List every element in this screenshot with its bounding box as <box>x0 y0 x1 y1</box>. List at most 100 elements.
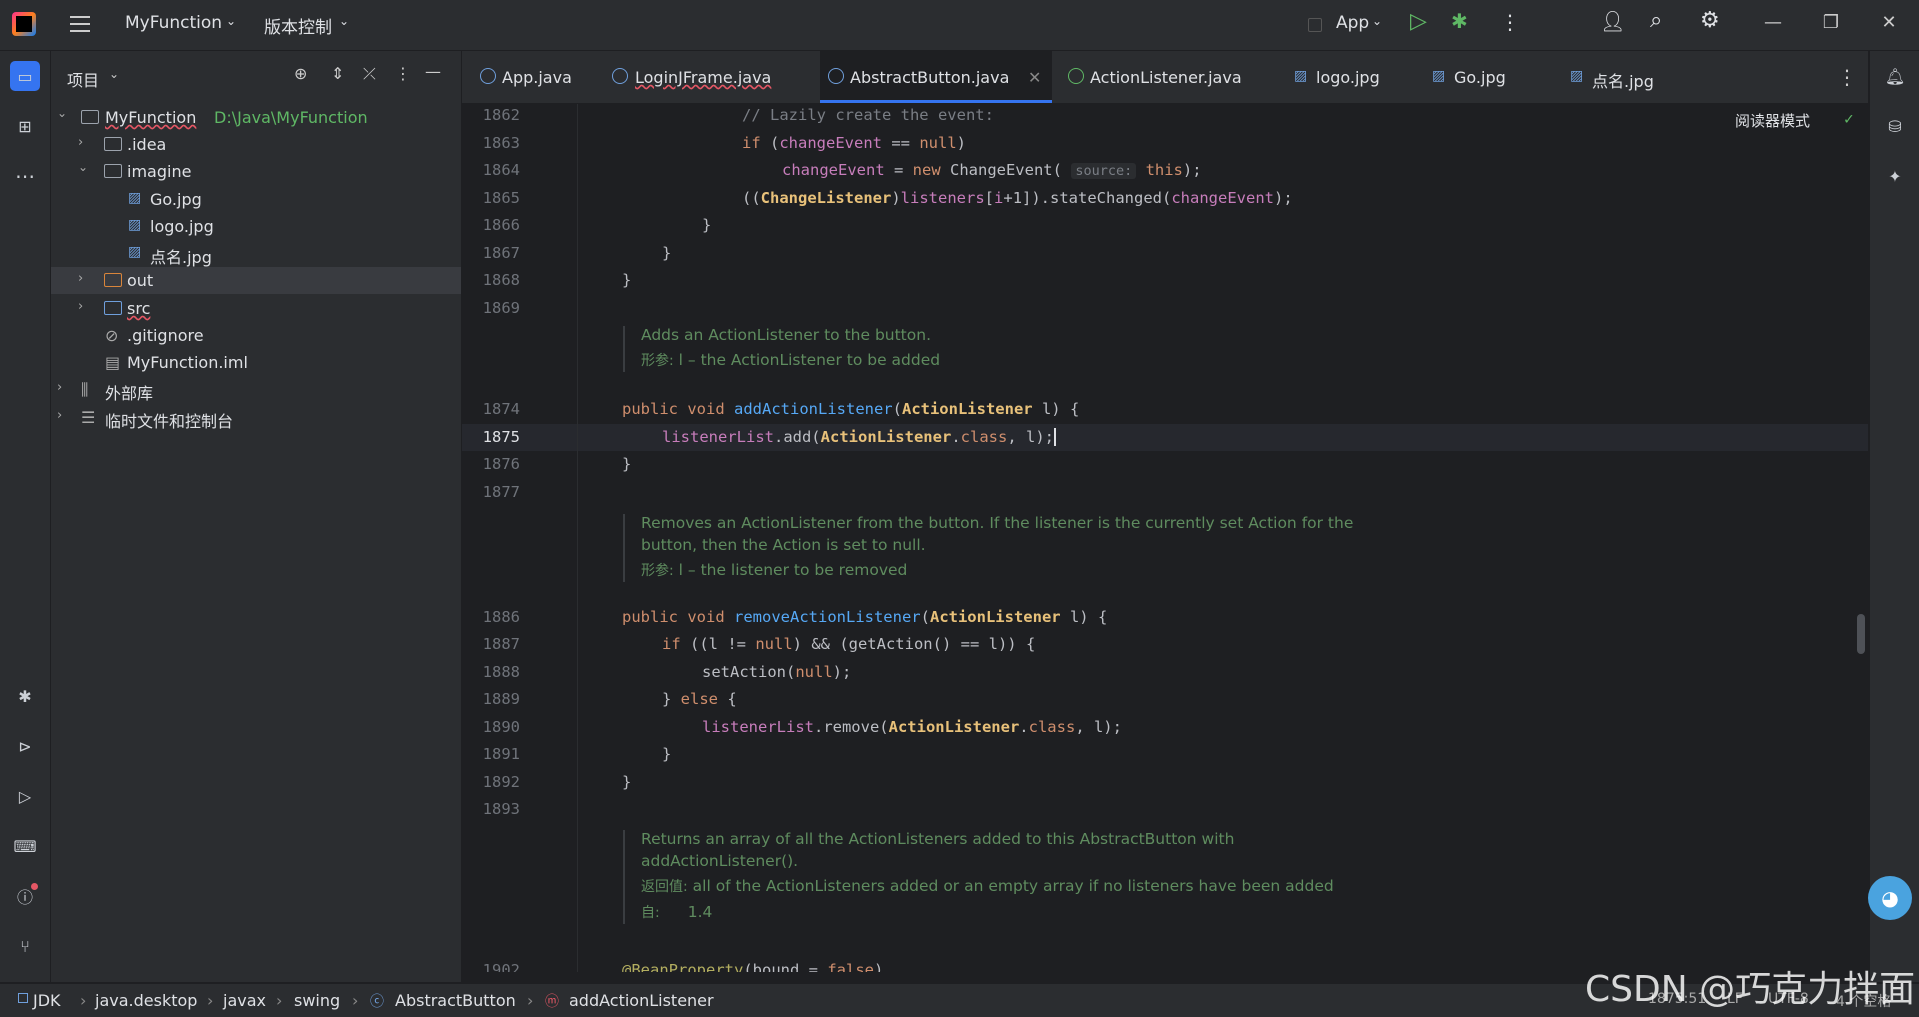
vcs-menu[interactable]: 版本控制 <box>264 13 332 38</box>
breadcrumb-package[interactable]: javax <box>223 991 266 1010</box>
line-number: 1863 <box>482 134 520 152</box>
locate-icon[interactable]: ⊕ <box>294 64 307 83</box>
close-tab-icon[interactable]: ✕ <box>1028 68 1041 87</box>
project-panel-title[interactable]: 项目 <box>67 67 99 91</box>
code-line: } <box>622 455 632 473</box>
more-vertical-icon[interactable]: ⋮ <box>1500 10 1520 34</box>
close-icon[interactable]: ✕ <box>1874 12 1904 38</box>
class-icon: ⓒ <box>370 994 384 1010</box>
notifications-icon[interactable]: 🔔︎ <box>1880 61 1910 91</box>
more-vertical-icon[interactable]: ⋮ <box>1837 65 1857 89</box>
tree-item-gitignore[interactable]: ⊘ .gitignore <box>51 322 461 349</box>
breadcrumb-class[interactable]: AbstractButton <box>395 991 516 1010</box>
tree-item-external-libraries[interactable]: › ⫼ 外部库 <box>51 376 461 403</box>
code-editor[interactable]: 阅读器模式 ✓ 1862 1863 1864 1865 1866 1867 18… <box>462 104 1868 972</box>
tree-item-go-jpg[interactable]: ▨ Go.jpg <box>51 186 461 213</box>
vertical-scrollbar[interactable] <box>1857 614 1865 654</box>
interface-icon <box>1068 68 1084 84</box>
run-config-select[interactable]: App <box>1336 13 1369 33</box>
chevron-right-icon: › <box>207 991 214 1010</box>
code-line: if ((l != null) && (getAction() == l)) { <box>662 635 1036 653</box>
editor-tabs: App.java LoginJFrame.java AbstractButton… <box>462 51 1868 104</box>
doc-since: 自: 1.4 <box>641 902 1334 924</box>
minimize-icon[interactable]: — <box>1758 12 1788 38</box>
tree-item-root[interactable]: ⌄ MyFunction D:\Java\MyFunction <box>51 104 461 131</box>
gutter-divider <box>577 104 578 972</box>
main-menu-icon[interactable] <box>70 16 90 32</box>
left-tool-strip: ▭ ⊞ ⋯ ✱ ⊳ ▷ ⌨ ⓘ ⑂ <box>0 51 51 982</box>
reader-mode-toggle[interactable]: 阅读器模式 <box>1735 110 1810 131</box>
problems-icon[interactable]: ⓘ <box>10 881 40 911</box>
jdk-icon <box>18 993 28 1003</box>
tree-item-idea[interactable]: › .idea <box>51 131 461 158</box>
line-number: 1868 <box>482 271 520 289</box>
doc-param-text: l – the ActionListener to be added <box>678 351 941 369</box>
tree-item-label: .idea <box>127 135 167 154</box>
tab-label: App.java <box>502 68 572 87</box>
tab-logo-jpg[interactable]: ▨ logo.jpg <box>1282 51 1412 103</box>
more-vertical-icon[interactable]: ⋮ <box>395 64 411 83</box>
database-icon[interactable]: ⛁ <box>1880 111 1910 141</box>
git-icon[interactable]: ⑂ <box>10 931 40 961</box>
chat-assistant-icon[interactable]: ◕ <box>1868 876 1912 920</box>
image-file-icon: ▨ <box>1294 68 1308 84</box>
gear-icon[interactable]: ⚙ <box>1700 8 1720 33</box>
chevron-right-icon: › <box>57 380 63 395</box>
tab-label: AbstractButton.java <box>850 68 1010 87</box>
breadcrumb-subpackage[interactable]: swing <box>294 991 340 1010</box>
hide-panel-icon[interactable]: — <box>425 62 441 81</box>
ai-assistant-icon[interactable]: ✦ <box>1880 161 1910 191</box>
class-icon <box>612 68 628 84</box>
run-config-icon <box>1308 18 1322 32</box>
tab-go-jpg[interactable]: ▨ Go.jpg <box>1420 51 1530 103</box>
run-tool-icon[interactable]: ▷ <box>10 781 40 811</box>
tab-label: Go.jpg <box>1454 68 1506 87</box>
code-line: } <box>662 745 672 763</box>
tree-item-iml[interactable]: ▤ MyFunction.iml <box>51 349 461 376</box>
line-number: 1892 <box>482 773 520 791</box>
project-folder-icon[interactable]: ▭ <box>10 61 40 91</box>
terminal-icon[interactable]: ⌨ <box>10 831 40 861</box>
expand-all-icon[interactable]: ⇕ <box>331 64 344 83</box>
restore-icon[interactable]: ❐ <box>1816 12 1846 38</box>
tab-actionlistener-java[interactable]: ActionListener.java <box>1052 51 1272 103</box>
project-panel: 项目 ⌄ ⊕ ⇕ ⤫ ⋮ — ⌄ MyFunction D:\Java\MyFu… <box>51 51 462 982</box>
project-name-menu[interactable]: MyFunction <box>125 13 222 33</box>
line-gutter: 1862 1863 1864 1865 1866 1867 1868 1869 … <box>462 104 577 972</box>
code-line: if (changeEvent == null) <box>742 134 966 152</box>
tree-item-imagine[interactable]: ⌄ imagine <box>51 158 461 185</box>
breadcrumb-method[interactable]: addActionListener <box>569 991 714 1010</box>
doc-return-text: all of the ActionListeners added or an e… <box>692 877 1334 895</box>
line-number: 1893 <box>482 800 520 818</box>
doc-param-label: 形参: <box>641 353 674 369</box>
tab-dianming-jpg[interactable]: ▨ 点名.jpg <box>1558 51 1678 103</box>
tree-item-label: 外部库 <box>105 384 154 403</box>
breadcrumb-jdk[interactable]: JDK <box>33 991 61 1010</box>
breadcrumb-module[interactable]: java.desktop <box>95 991 197 1010</box>
doc-param-text: l – the listener to be removed <box>678 561 908 579</box>
add-user-icon[interactable]: 👤︎ <box>1600 9 1625 33</box>
tab-app-java[interactable]: App.java <box>462 51 602 103</box>
run-icon[interactable]: ▷ <box>1410 9 1427 34</box>
search-icon[interactable]: ⌕ <box>1650 8 1662 33</box>
tree-item-dianming-jpg[interactable]: ▨ 点名.jpg <box>51 240 461 267</box>
services-icon[interactable]: ⊳ <box>10 731 40 761</box>
tab-loginjframe-java[interactable]: LoginJFrame.java <box>602 51 802 103</box>
collapse-all-icon[interactable]: ⤫ <box>363 64 376 84</box>
more-horizontal-icon[interactable]: ⋯ <box>10 161 40 191</box>
line-number: 1865 <box>482 189 520 207</box>
doc-since-label: 自: <box>641 905 660 921</box>
tree-item-scratches[interactable]: › ☰ 临时文件和控制台 <box>51 404 461 431</box>
code-line: listenerList.remove(ActionListener.class… <box>702 718 1122 736</box>
tree-item-logo-jpg[interactable]: ▨ logo.jpg <box>51 213 461 240</box>
app-logo-icon[interactable] <box>12 12 36 36</box>
tab-abstractbutton-java[interactable]: AbstractButton.java ✕ <box>820 51 1052 103</box>
structure-icon[interactable]: ⊞ <box>10 111 40 141</box>
line-number: 1902 <box>482 961 520 972</box>
tree-item-label: 临时文件和控制台 <box>105 412 234 431</box>
tree-item-out[interactable]: › out <box>51 267 461 294</box>
code-line: } <box>662 244 672 262</box>
tree-item-src[interactable]: › src <box>51 295 461 322</box>
debug-tool-icon[interactable]: ✱ <box>10 681 40 711</box>
debug-icon[interactable]: ✱ <box>1451 9 1468 33</box>
